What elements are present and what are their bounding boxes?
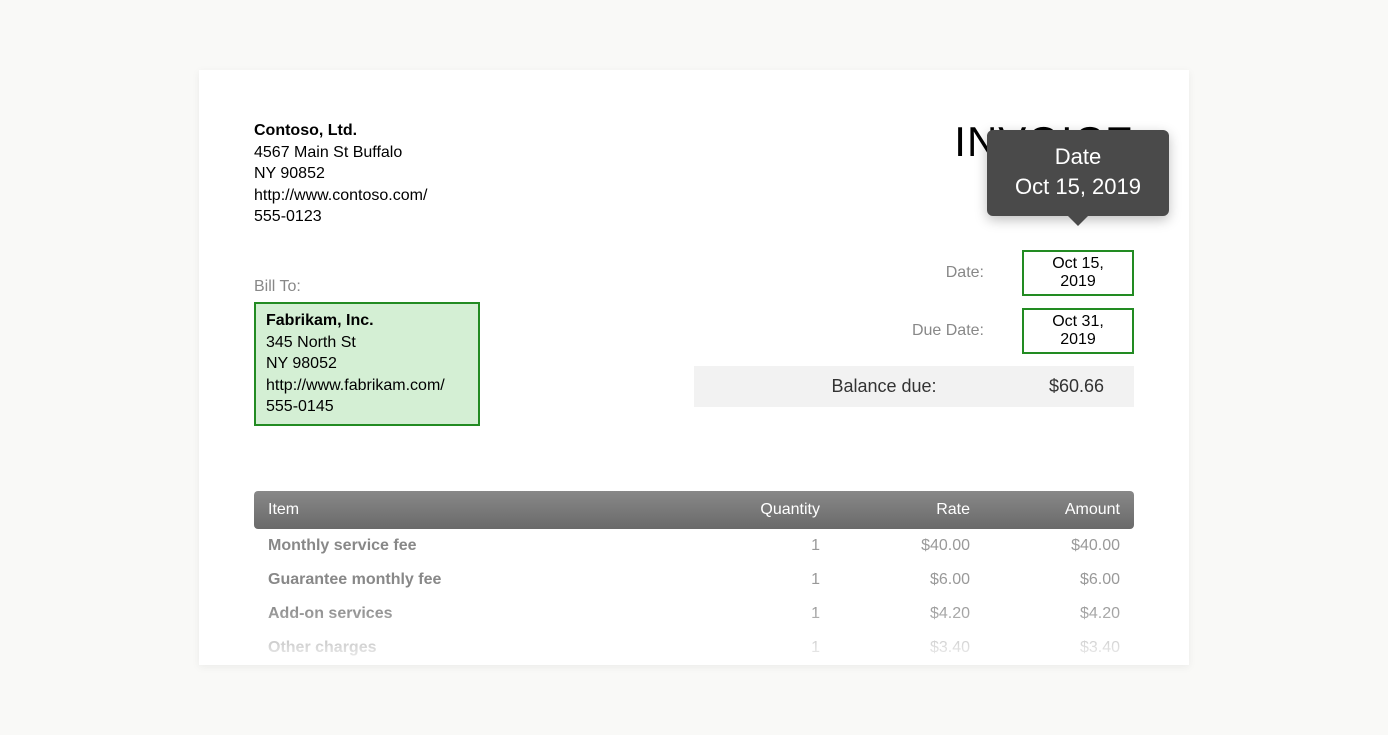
balance-due-label: Balance due: bbox=[694, 376, 1014, 397]
balance-due-value: $60.66 bbox=[1014, 376, 1104, 397]
table-header-row: Item Quantity Rate Amount bbox=[254, 491, 1134, 529]
due-date-row: Due Date: Oct 31, 2019 bbox=[694, 308, 1134, 354]
sender-website: http://www.contoso.com/ bbox=[254, 185, 427, 207]
row-quantity: 1 bbox=[690, 639, 820, 657]
sender-block: Contoso, Ltd. 4567 Main St Buffalo NY 90… bbox=[254, 120, 427, 228]
row-amount: $4.20 bbox=[970, 605, 1120, 623]
table-row: Guarantee monthly fee 1 $6.00 $6.00 bbox=[254, 563, 1134, 597]
tooltip-title: Date bbox=[1015, 144, 1141, 170]
bill-to-name: Fabrikam, Inc. bbox=[266, 310, 468, 332]
row-rate: $3.40 bbox=[820, 639, 970, 657]
row-amount: $3.40 bbox=[970, 639, 1120, 657]
bill-to-street: 345 North St bbox=[266, 332, 468, 354]
row-quantity: 1 bbox=[690, 571, 820, 589]
row-rate: $4.20 bbox=[820, 605, 970, 623]
table-row: Add-on services 1 $4.20 $4.20 bbox=[254, 597, 1134, 631]
row-amount: $40.00 bbox=[970, 537, 1120, 555]
invoice-meta: Date: Oct 15, 2019 Due Date: Oct 31, 201… bbox=[694, 250, 1134, 407]
row-rate: $6.00 bbox=[820, 571, 970, 589]
bill-to-city-zip: NY 98052 bbox=[266, 353, 468, 375]
row-item: Add-on services bbox=[268, 605, 690, 623]
sender-name: Contoso, Ltd. bbox=[254, 120, 427, 142]
bill-to-website: http://www.fabrikam.com/ bbox=[266, 375, 468, 397]
invoice-document: Contoso, Ltd. 4567 Main St Buffalo NY 90… bbox=[199, 70, 1189, 665]
row-item: Guarantee monthly fee bbox=[268, 571, 690, 589]
date-row: Date: Oct 15, 2019 bbox=[694, 250, 1134, 296]
bill-to-phone: 555-0145 bbox=[266, 396, 468, 418]
header-amount: Amount bbox=[970, 501, 1120, 519]
row-item: Monthly service fee bbox=[268, 537, 690, 555]
date-tooltip: Date Oct 15, 2019 bbox=[987, 130, 1169, 216]
line-items-table: Item Quantity Rate Amount Monthly servic… bbox=[254, 491, 1134, 665]
table-row: Other charges 1 $3.40 $3.40 bbox=[254, 631, 1134, 665]
date-label: Date: bbox=[946, 264, 984, 282]
header-rate: Rate bbox=[820, 501, 970, 519]
sender-street: 4567 Main St Buffalo bbox=[254, 142, 427, 164]
tooltip-arrow-icon bbox=[1066, 214, 1090, 226]
sender-phone: 555-0123 bbox=[254, 206, 427, 228]
row-item: Other charges bbox=[268, 639, 690, 657]
row-quantity: 1 bbox=[690, 605, 820, 623]
row-amount: $6.00 bbox=[970, 571, 1120, 589]
tooltip-value: Oct 15, 2019 bbox=[1015, 174, 1141, 200]
row-quantity: 1 bbox=[690, 537, 820, 555]
balance-due-row: Balance due: $60.66 bbox=[694, 366, 1134, 407]
date-value-highlighted[interactable]: Oct 15, 2019 bbox=[1022, 250, 1134, 296]
due-date-label: Due Date: bbox=[912, 322, 984, 340]
bill-to-highlighted-box[interactable]: Fabrikam, Inc. 345 North St NY 98052 htt… bbox=[254, 302, 480, 426]
table-row: Monthly service fee 1 $40.00 $40.00 bbox=[254, 529, 1134, 563]
due-date-value-highlighted[interactable]: Oct 31, 2019 bbox=[1022, 308, 1134, 354]
row-rate: $40.00 bbox=[820, 537, 970, 555]
header-item: Item bbox=[268, 501, 690, 519]
sender-city-zip: NY 90852 bbox=[254, 163, 427, 185]
header-quantity: Quantity bbox=[690, 501, 820, 519]
